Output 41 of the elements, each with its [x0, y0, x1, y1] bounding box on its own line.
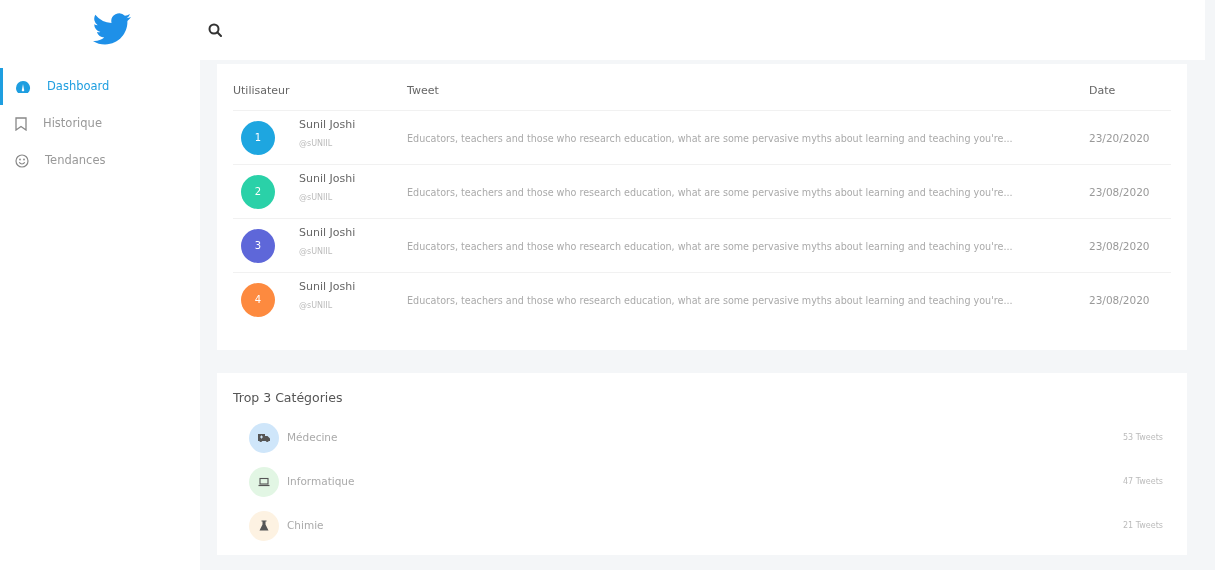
flask-icon	[259, 520, 269, 532]
tweet-text: Educators, teachers and those who research education, what are some pervasive myths about learning and teaching you're...	[407, 294, 1013, 306]
ambulance-icon	[258, 432, 270, 443]
search-icon[interactable]	[208, 23, 222, 37]
tweet-date: 23/08/2020	[1089, 239, 1150, 252]
sidebar-item[interactable]: Historique	[0, 105, 200, 142]
tweet-count: 47 Tweets	[1123, 475, 1163, 488]
avatar: 4	[241, 282, 275, 317]
user-name: Sunil Joshi	[299, 225, 356, 242]
avatar: 1	[241, 120, 275, 155]
category-name: Médecine	[287, 429, 338, 445]
category-name: Chimie	[287, 517, 324, 533]
user-name: Sunil Joshi	[299, 171, 356, 188]
bookmark-icon	[15, 116, 27, 131]
column-header: Tweet	[407, 83, 439, 97]
column-header: Date	[1089, 83, 1116, 97]
section-title: Trop 3 Catégories	[233, 389, 343, 407]
tweet-text: Educators, teachers and those who research education, what are some pervasive myths about learning and teaching you're...	[407, 132, 1013, 144]
column-header: Utilisateur	[233, 83, 290, 97]
sidebar-item[interactable]: Dashboard	[0, 68, 200, 105]
user-name: Sunil Joshi	[299, 117, 356, 134]
gauge-icon	[15, 79, 31, 94]
tweet-text: Educators, teachers and those who research education, what are some pervasive myths about learning and teaching you're...	[407, 240, 1013, 252]
tweet-date: 23/20/2020	[1089, 131, 1150, 144]
user-handle: @sUNIIL	[299, 191, 334, 204]
tweet-count: 53 Tweets	[1123, 431, 1163, 444]
user-handle: @sUNIIL	[299, 137, 334, 150]
avatar: 2	[241, 174, 275, 209]
category-name: Informatique	[287, 473, 355, 489]
avatar: 3	[241, 228, 275, 263]
user-handle: @sUNIIL	[299, 245, 334, 258]
user-name: Sunil Joshi	[299, 279, 356, 296]
sidebar-item[interactable]: Tendances	[0, 142, 200, 179]
tweet-date: 23/08/2020	[1089, 293, 1150, 306]
tweet-count: 21 Tweets	[1123, 519, 1163, 532]
smiley-icon	[15, 153, 29, 168]
tweet-text: Educators, teachers and those who research education, what are some pervasive myths about learning and teaching you're...	[407, 186, 1013, 198]
tweet-date: 23/08/2020	[1089, 185, 1150, 198]
bird-logo-icon	[92, 13, 132, 47]
user-handle: @sUNIIL	[299, 299, 334, 312]
laptop-icon	[258, 476, 270, 487]
